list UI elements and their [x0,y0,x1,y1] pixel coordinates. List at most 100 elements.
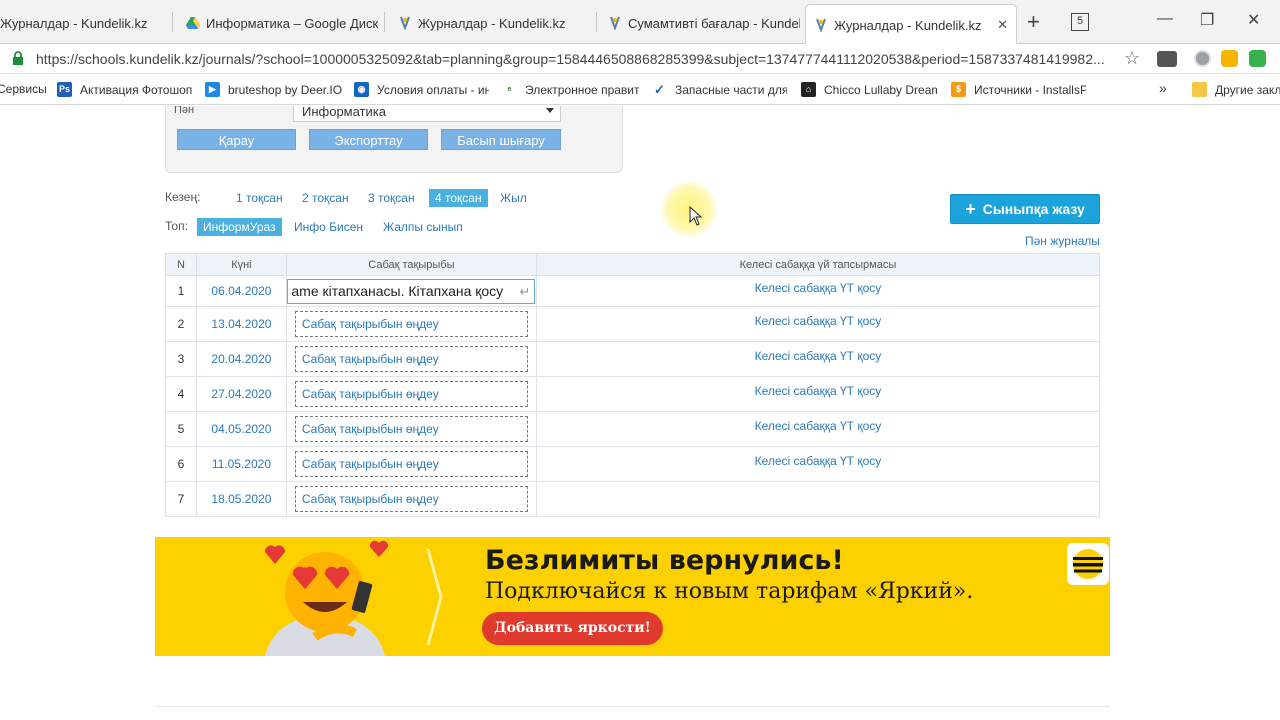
subject-select[interactable]: Информатика [293,106,561,122]
bookmark-item[interactable]: ▶ bruteshop by Deer.IO [205,82,342,97]
add-homework-link[interactable]: Келесі сабаққа ҮТ қосу [537,281,1099,295]
check-icon: ✓ [652,82,667,97]
period-q1-link[interactable]: 1 тоқсан [236,191,283,205]
enter-icon: ↵ [519,283,531,299]
bookmark-item[interactable]: ⌂ Chicco Lullaby Dream [801,82,937,97]
beeline-logo-icon [1067,543,1109,585]
group-link-selected[interactable]: ИнформУраз [197,218,282,236]
bookmark-label: bruteshop by Deer.IO [228,82,343,97]
maximize-icon[interactable]: ❐ [1200,10,1214,30]
subject-label: Пән [174,106,195,116]
browser-tab-active[interactable]: Журналдар - Kundelik.kz ✕ [805,4,1017,45]
table-row: 4 27.04.2020 Сабақ тақырыбын өңдеу Келес… [165,376,1101,412]
bookmark-label: Chicco Lullaby Dream [824,82,937,97]
extension-icon[interactable] [1249,50,1266,67]
browser-tab[interactable]: Сумамтивті бағалар - Kundelik. [600,4,800,42]
period-year-link[interactable]: Жыл [500,191,527,205]
edit-topic-button[interactable]: Сабақ тақырыбын өңдеу [294,346,528,372]
banner-subline: Подключайся к новым тарифам «Яркий». [485,579,974,604]
period-q4-link-selected[interactable]: 4 тоқсан [429,189,488,207]
bookmark-label: Активация Фотошоп [80,82,192,97]
extension-icon[interactable] [1194,50,1211,67]
period-q3-link[interactable]: 3 тоқсан [368,191,415,205]
bookmark-item[interactable]: ✓ Запасные части для [652,82,787,97]
browser-tab[interactable]: Информатика – Google Диск [178,4,383,42]
row-number: 4 [165,376,197,412]
add-homework-link[interactable]: Келесі сабаққа ҮТ қосу [537,454,1099,468]
tab-title: Журналдар - Kundelik.kz [418,15,566,31]
group-link[interactable]: Инфо Бисен [294,220,363,234]
installs-icon: $ [951,82,966,97]
footer-divider [155,706,1110,707]
banner-cta-button[interactable]: Добавить яркости! [482,612,663,645]
add-homework-link[interactable]: Келесі сабаққа ҮТ қосу [537,314,1099,328]
lock-icon [13,51,23,65]
kundelik-icon [814,18,828,32]
homework-cell-empty [535,481,1101,517]
lesson-date-link[interactable]: 06.04.2020 [211,284,271,298]
record-button-label: Сыныпқа жазу [982,201,1085,217]
column-header: Күні [195,253,287,276]
bookmark-item[interactable]: $ Источники - InstallsP [951,82,1086,97]
add-homework-link[interactable]: Келесі сабаққа ҮТ қосу [537,419,1099,433]
extension-icon[interactable] [1221,50,1238,67]
kundelik-icon [608,16,622,30]
bookmark-label: Другие закл [1215,82,1280,97]
edit-topic-button[interactable]: Сабақ тақырыбын өңдеу [294,486,528,512]
new-tab-button[interactable]: + [1027,10,1040,34]
chicco-icon: ⌂ [801,82,816,97]
ad-banner[interactable]: Безлимиты вернулись! Подключайся к новым… [155,537,1110,656]
extension-icon[interactable] [1157,51,1177,67]
lesson-date-link[interactable]: 20.04.2020 [211,352,271,366]
bookmark-folder[interactable]: Другие закл [1192,82,1280,97]
banner-headline: Безлимиты вернулись! [485,545,844,576]
edit-topic-button[interactable]: Сабақ тақырыбын өңдеу [294,381,528,407]
bookmark-star-icon[interactable]: ☆ [1124,48,1140,69]
period-label: Кезең: [165,190,201,204]
lesson-date-link[interactable]: 18.05.2020 [211,492,271,506]
record-to-class-button[interactable]: + Сыныпқа жазу [950,194,1100,224]
browser-tab[interactable]: Журналдар - Kundelik.kz [0,4,167,42]
tab-title: Информатика – Google Диск [206,15,379,31]
edit-topic-button[interactable]: Сабақ тақырыбын өңдеу [294,451,528,477]
minimize-icon[interactable]: — [1157,10,1173,28]
period-q2-link[interactable]: 2 тоқсан [302,191,349,205]
browser-tab[interactable]: Журналдар - Kundelik.kz [390,4,595,42]
column-header: Келесі сабаққа үй тапсырмасы [535,253,1101,276]
table-header-row: N Күні Сабақ тақырыбы Келесі сабаққа үй … [165,253,1101,276]
bookmark-label: Сервисы [0,82,47,96]
add-homework-link[interactable]: Келесі сабаққа ҮТ қосу [537,349,1099,363]
lesson-date-link[interactable]: 11.05.2020 [212,457,271,471]
print-button[interactable]: Басып шығару [441,129,561,150]
add-homework-link[interactable]: Келесі сабаққа ҮТ қосу [537,384,1099,398]
journal-page: Пән Информатика Қарау Экспорттау Басып ш… [0,106,1280,720]
close-window-icon[interactable]: ✕ [1247,10,1260,30]
url-input[interactable]: https://schools.kundelik.kz/journals/?sc… [36,51,1114,67]
edit-topic-button[interactable]: Сабақ тақырыбын өңдеу [294,416,528,442]
bookmark-item[interactable]: e Электронное правит [502,82,639,97]
tab-title: Журналдар - Kundelik.kz [0,15,148,31]
subject-value: Информатика [302,106,386,119]
chevron-right-icon [426,548,443,646]
address-bar: https://schools.kundelik.kz/journals/?sc… [0,44,1280,74]
tab-title: Сумамтивті бағалар - Kundelik. [628,15,800,31]
edit-topic-button[interactable]: Сабақ тақырыбын өңдеу [294,311,528,337]
lesson-date-link[interactable]: 04.05.2020 [211,422,271,436]
export-button[interactable]: Экспорттау [309,129,428,150]
topic-edit-input[interactable]: аme кітапханасы. Кітапхана қосу ↵ [287,278,536,304]
chevron-down-icon [546,108,554,113]
close-tab-icon[interactable]: ✕ [997,17,1008,33]
view-button[interactable]: Қарау [177,129,296,150]
subject-journal-link[interactable]: Пән журналы [1025,234,1100,248]
bookmark-item[interactable]: Сервисы [0,82,47,96]
lesson-date-link[interactable]: 13.04.2020 [211,317,271,331]
table-row: 2 13.04.2020 Сабақ тақырыбын өңдеу Келес… [165,306,1101,342]
bookmark-item[interactable]: Ps Активация Фотошоп [57,82,192,97]
tab-count-button[interactable]: 5 [1071,13,1089,31]
lesson-date-link[interactable]: 27.04.2020 [211,387,271,401]
group-link[interactable]: Жалпы сынып [383,220,463,234]
deerio-icon: ▶ [205,82,220,97]
bookmarks-overflow-button[interactable]: » [1159,80,1167,96]
bookmark-item[interactable]: ◉ Условия оплаты - ин [354,82,489,97]
kundelik-icon [398,16,412,30]
